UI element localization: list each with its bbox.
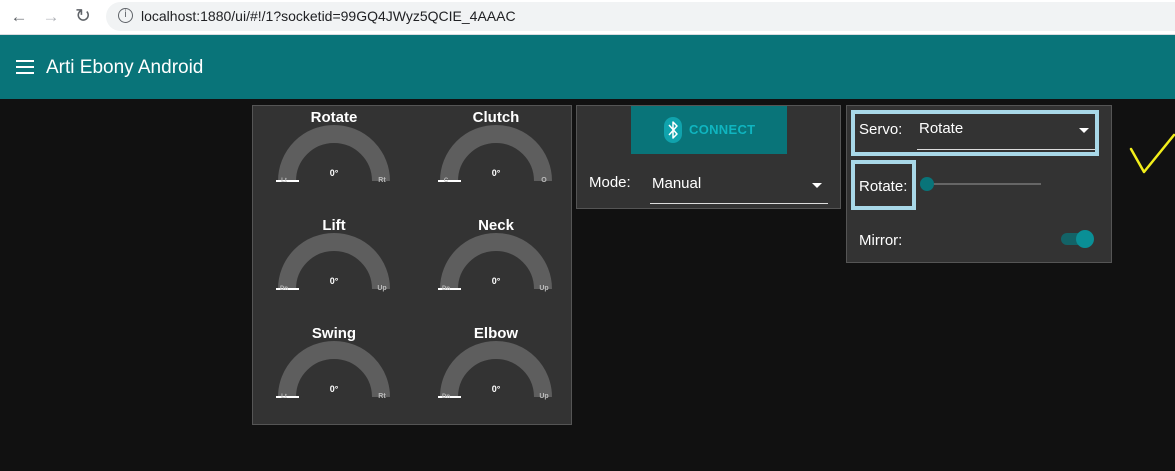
gauge-min-label: Dn <box>442 286 450 292</box>
app-title: Arti Ebony Android <box>46 57 204 78</box>
gauge-min-label: C <box>443 178 449 184</box>
gauge-elbow: Elbow 0° Dn Up <box>415 322 577 430</box>
gauge-value: 0° <box>329 384 339 394</box>
connect-label: CONNECT <box>689 122 756 137</box>
mirror-label: Mirror: <box>859 232 903 249</box>
gauge-title: Rotate <box>310 109 358 126</box>
gauge-value: 0° <box>491 168 501 178</box>
slider-thumb <box>920 177 934 191</box>
gauge-rotate: Rotate 0° Lt Rt <box>253 106 415 214</box>
gauge-value: 0° <box>329 276 339 286</box>
bluetooth-icon <box>664 117 682 143</box>
gauge-value: 0° <box>491 384 501 394</box>
gauge-max-label: Up <box>377 285 387 292</box>
control-card: CONNECT Mode: Manual <box>576 105 841 209</box>
gauge-neck: Neck 0° Dn Up <box>415 214 577 322</box>
info-icon[interactable]: i <box>118 8 133 23</box>
gauge-value: 0° <box>329 168 339 178</box>
chevron-down-icon <box>812 183 822 188</box>
gauge-title: Clutch <box>472 109 520 126</box>
gauge-max-label: Up <box>539 393 549 400</box>
mode-dropdown[interactable]: Manual <box>650 170 828 204</box>
gauge-swing: Swing 0° Lt Rt <box>253 322 415 430</box>
url-text[interactable]: localhost:1880/ui/#!/1?socketid=99GQ4JWy… <box>141 8 516 24</box>
gauge-clutch: Clutch 0° C O <box>415 106 577 214</box>
gauge-min-label: Lt <box>281 394 287 400</box>
rotate-slider[interactable] <box>917 176 1047 194</box>
mode-value: Manual <box>652 175 702 192</box>
app-header: Arti Ebony Android <box>0 35 1175 99</box>
gauge-min-label: Dn <box>442 394 450 400</box>
back-arrow-icon[interactable]: ← <box>8 6 30 28</box>
gauge-min-label: Dn <box>280 286 288 292</box>
reload-icon[interactable]: ↻ <box>72 6 94 28</box>
gauge-title: Neck <box>478 217 514 234</box>
gauge-max-label: Up <box>539 285 549 292</box>
gauge-title: Elbow <box>473 325 519 342</box>
gauge-max-label: O <box>541 177 547 184</box>
forward-arrow-icon[interactable]: → <box>40 6 62 28</box>
browser-toolbar: ← → ↻ i localhost:1880/ui/#!/1?socketid=… <box>0 0 1175 35</box>
check-mark-icon <box>1129 133 1175 174</box>
gauges-card: Rotate 0° Lt Rt Clutch 0° C O Lift 0° Dn Up Neck 0° Dn… <box>252 105 572 425</box>
gauge-min-label: Lt <box>281 178 287 184</box>
gauge-lift: Lift 0° Dn Up <box>253 214 415 322</box>
mirror-toggle[interactable] <box>1059 228 1099 250</box>
rotate-highlight-box <box>851 160 916 210</box>
gauge-max-label: Rt <box>378 177 386 184</box>
address-bar[interactable]: i localhost:1880/ui/#!/1?socketid=99GQ4J… <box>106 2 1175 31</box>
gauge-title: Swing <box>311 325 357 342</box>
gauge-value: 0° <box>491 276 501 286</box>
hamburger-menu-icon[interactable] <box>16 60 34 74</box>
connect-button[interactable]: CONNECT <box>631 106 787 154</box>
gauge-max-label: Rt <box>378 393 386 400</box>
mode-label: Mode: <box>589 174 631 191</box>
servo-highlight-box <box>851 110 1099 156</box>
gauge-title: Lift <box>322 217 346 234</box>
